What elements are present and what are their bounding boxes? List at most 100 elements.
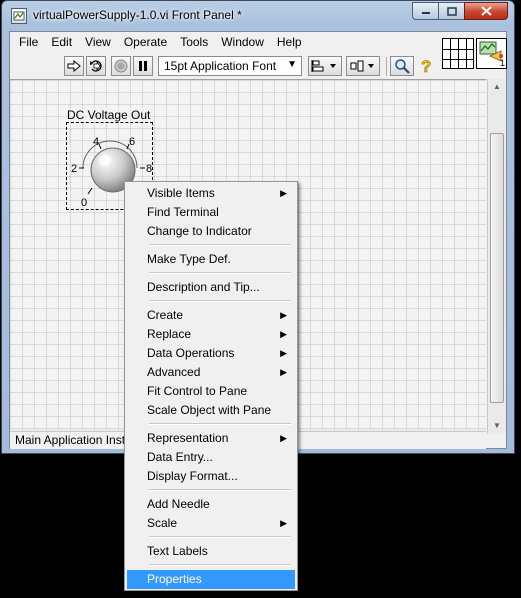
align-objects-icon — [311, 60, 336, 72]
knob-scale-label-6: 6 — [129, 136, 135, 148]
menu-operate[interactable]: Operate — [124, 32, 167, 52]
align-objects-button[interactable] — [308, 56, 342, 76]
menu-help[interactable]: Help — [277, 32, 302, 52]
knob-label[interactable]: DC Voltage Out — [67, 108, 151, 122]
submenu-arrow-icon: ▶ — [280, 518, 287, 528]
menu-item-label: Representation — [147, 431, 229, 445]
abort-icon — [114, 59, 128, 73]
submenu-arrow-icon: ▶ — [280, 329, 287, 339]
vi-icon[interactable]: 1 — [476, 38, 507, 69]
toolbar-separator — [386, 57, 387, 76]
scroll-down-icon[interactable]: ▼ — [488, 418, 506, 434]
menu-item-scale-object-with-pane[interactable]: Scale Object with Pane — [127, 401, 295, 420]
chevron-down-icon: ▼ — [287, 59, 297, 70]
menu-item-add-needle[interactable]: Add Needle — [127, 495, 295, 514]
menu-item-replace[interactable]: Replace ▶ — [127, 325, 295, 344]
menu-item-label: Visible Items — [147, 186, 215, 200]
menu-item-label: Fit Control to Pane — [147, 384, 248, 398]
font-select[interactable]: 15pt Application Font ▼ — [158, 56, 302, 76]
menu-edit[interactable]: Edit — [51, 32, 72, 52]
submenu-arrow-icon: ▶ — [280, 310, 287, 320]
knob-scale-label-0: 0 — [81, 197, 87, 209]
connector-pane-icon[interactable] — [442, 38, 474, 69]
menu-item-label: Add Needle — [147, 497, 210, 511]
menu-separator — [149, 536, 291, 538]
run-arrow-icon — [67, 60, 81, 72]
knob-scale-label-2: 2 — [71, 163, 77, 175]
title-bar[interactable]: virtualPowerSupply-1.0.vi Front Panel * — [2, 1, 514, 31]
menu-item-find-terminal[interactable]: Find Terminal — [127, 203, 295, 222]
menu-bar: File Edit View Operate Tools Window Help — [10, 32, 430, 52]
submenu-arrow-icon: ▶ — [280, 348, 287, 358]
menu-item-label: Find Terminal — [147, 205, 219, 219]
menu-item-label: Change to Indicator — [147, 224, 252, 238]
search-icon — [395, 59, 410, 74]
menu-item-label: Make Type Def. — [147, 252, 231, 266]
menu-window[interactable]: Window — [221, 32, 264, 52]
maximize-icon — [446, 6, 457, 16]
submenu-arrow-icon: ▶ — [280, 188, 287, 198]
close-icon — [480, 6, 492, 16]
menu-item-label: Description and Tip... — [147, 280, 260, 294]
menu-item-label: Advanced — [147, 365, 201, 379]
run-button[interactable] — [64, 56, 84, 76]
menu-item-label: Data Operations — [147, 346, 235, 360]
menu-item-create[interactable]: Create ▶ — [127, 306, 295, 325]
menu-separator — [149, 300, 291, 302]
menu-item-fit-control-to-pane[interactable]: Fit Control to Pane — [127, 382, 295, 401]
menu-item-text-labels[interactable]: Text Labels — [127, 542, 295, 561]
menu-view[interactable]: View — [85, 32, 111, 52]
menu-item-advanced[interactable]: Advanced ▶ — [127, 363, 295, 382]
menu-separator — [149, 244, 291, 246]
context-help-icon: ? — [421, 57, 432, 75]
knob-scale-label-4: 4 — [93, 136, 99, 148]
menu-item-label: Display Format... — [147, 469, 238, 483]
run-continuously-icon — [90, 60, 102, 72]
menu-item-data-entry[interactable]: Data Entry... — [127, 448, 295, 467]
distribute-objects-button[interactable] — [346, 56, 380, 76]
pause-button[interactable] — [133, 56, 153, 76]
menu-item-visible-items[interactable]: Visible Items ▶ — [127, 184, 295, 203]
labview-vi-icon — [11, 8, 27, 24]
menu-item-label: Scale Object with Pane — [147, 403, 272, 417]
distribute-objects-icon — [350, 60, 374, 72]
menu-item-label: Scale — [147, 516, 178, 530]
menu-separator — [149, 564, 291, 566]
menu-item-make-type-def[interactable]: Make Type Def. — [127, 250, 295, 269]
menu-item-label: Create — [147, 308, 184, 322]
menu-separator — [149, 423, 291, 425]
vertical-scrollbar[interactable]: ▲ ▼ — [487, 79, 506, 434]
menu-item-label: Data Entry... — [147, 450, 213, 464]
menu-item-label: Properties — [147, 572, 202, 586]
svg-text:?: ? — [421, 57, 431, 75]
scrollbar-thumb[interactable] — [490, 133, 504, 403]
knob-context-menu: Visible Items ▶ Find Terminal Change to I… — [124, 181, 298, 591]
toolbar: 15pt Application Font ▼ ? — [10, 54, 440, 78]
menu-item-description-and-tip[interactable]: Description and Tip... — [127, 278, 295, 297]
menu-item-representation[interactable]: Representation ▶ — [127, 429, 295, 448]
abort-button[interactable] — [111, 56, 131, 76]
menu-file[interactable]: File — [19, 32, 38, 52]
menu-item-label: Replace — [147, 327, 192, 341]
context-help-button[interactable]: ? — [416, 56, 436, 76]
window-title: virtualPowerSupply-1.0.vi Front Panel * — [33, 8, 242, 22]
submenu-arrow-icon: ▶ — [280, 367, 287, 377]
menu-item-scale[interactable]: Scale ▶ — [127, 514, 295, 533]
font-select-value: 15pt Application Font — [164, 59, 277, 73]
vi-icon-number: 1 — [499, 58, 505, 68]
menu-tools[interactable]: Tools — [180, 32, 208, 52]
minimize-icon — [421, 12, 430, 14]
pause-icon — [139, 61, 147, 71]
run-continuously-button[interactable] — [86, 56, 106, 76]
menu-item-label: Text Labels — [147, 544, 208, 558]
menu-item-properties[interactable]: Properties — [127, 570, 295, 589]
scroll-up-icon[interactable]: ▲ — [488, 79, 506, 95]
menu-item-data-operations[interactable]: Data Operations ▶ — [127, 344, 295, 363]
minimize-button[interactable] — [412, 2, 438, 20]
maximize-button[interactable] — [438, 2, 464, 20]
search-button[interactable] — [390, 56, 414, 76]
caption-buttons — [412, 2, 508, 21]
menu-item-display-format[interactable]: Display Format... — [127, 467, 295, 486]
menu-item-change-to-indicator[interactable]: Change to Indicator — [127, 222, 295, 241]
close-button[interactable] — [464, 2, 508, 20]
